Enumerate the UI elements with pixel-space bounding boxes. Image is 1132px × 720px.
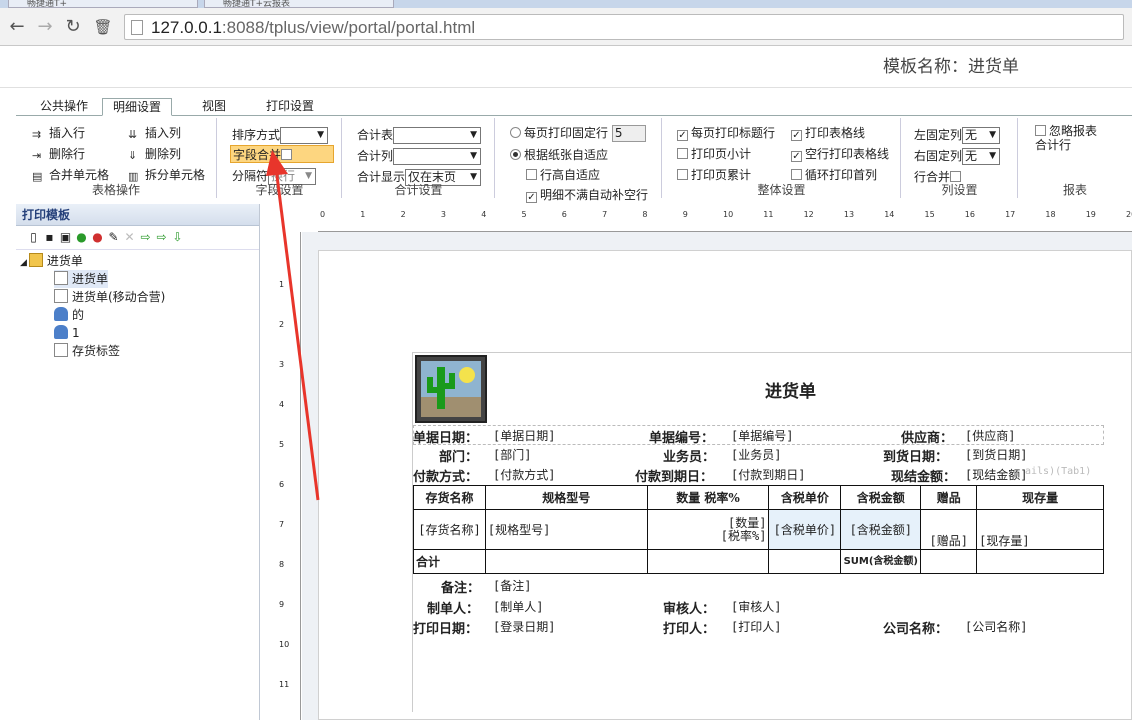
annotation-arrow: [266, 150, 320, 501]
